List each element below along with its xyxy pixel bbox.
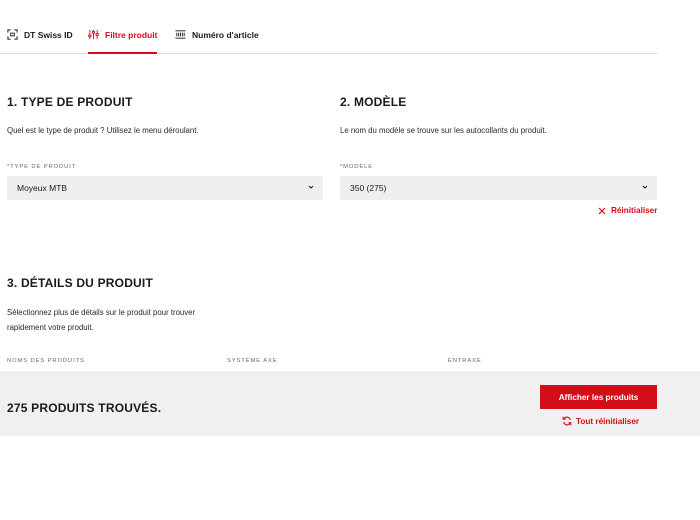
results-footer: 275 PRODUITS TROUVÉS. Afficher les produ… (0, 371, 700, 436)
barcode-icon (175, 30, 186, 39)
tab-dt-swiss-id[interactable]: DT Swiss ID (7, 29, 73, 54)
model-select[interactable]: 350 (275) (340, 176, 657, 200)
show-products-button[interactable]: Afficher les produits (540, 385, 657, 409)
product-type-select[interactable]: Moyeux MTB (7, 176, 323, 200)
section-type-title: 1. TYPE DE PRODUIT (7, 95, 133, 109)
section-model-description: Le nom du modèle se trouve sur les autoc… (340, 126, 547, 135)
scan-id-icon (7, 29, 18, 40)
reset-all-label: Tout réinitialiser (576, 416, 640, 426)
model-label: *MODÈLE (340, 164, 374, 170)
tab-label: Filtre produit (105, 30, 158, 40)
reset-all-button[interactable]: Tout réinitialiser (562, 416, 639, 426)
tab-label: Numéro d'article (192, 30, 259, 40)
section-details-description-line1: Sélectionnez plus de détails sur le prod… (7, 308, 196, 317)
column-header-product-names: NOMS DES PRODUITS (7, 358, 85, 364)
section-details-description-line2: rapidement votre produit. (7, 323, 94, 332)
chevron-down-icon (642, 185, 648, 189)
chevron-down-icon (308, 185, 314, 189)
refresh-icon (562, 416, 572, 426)
product-type-label: *TYPE DE PRODUIT (7, 164, 77, 170)
close-icon (598, 207, 606, 214)
tab-bar: DT Swiss ID Filtre produit Numéro d'arti… (0, 0, 658, 54)
sliders-icon (88, 29, 99, 40)
tab-filtre-produit[interactable]: Filtre produit (88, 29, 158, 54)
product-type-value: Moyeux MTB (17, 183, 68, 193)
reset-model-label: Réinitialiser (611, 206, 658, 215)
reset-model-button[interactable]: Réinitialiser (598, 206, 657, 215)
model-value: 350 (275) (350, 183, 387, 193)
section-type-description: Quel est le type de produit ? Utilisez l… (7, 126, 199, 135)
products-found-count: 275 PRODUITS TROUVÉS. (7, 401, 162, 415)
section-model-title: 2. MODÈLE (340, 95, 407, 109)
section-details-title: 3. DÉTAILS DU PRODUIT (7, 276, 153, 290)
column-header-axle-system: SYSTÈME AXE (227, 358, 278, 364)
tab-label: DT Swiss ID (24, 30, 73, 40)
column-header-spacing: ENTRAXE (448, 358, 482, 364)
tab-numero-article[interactable]: Numéro d'article (175, 30, 259, 54)
